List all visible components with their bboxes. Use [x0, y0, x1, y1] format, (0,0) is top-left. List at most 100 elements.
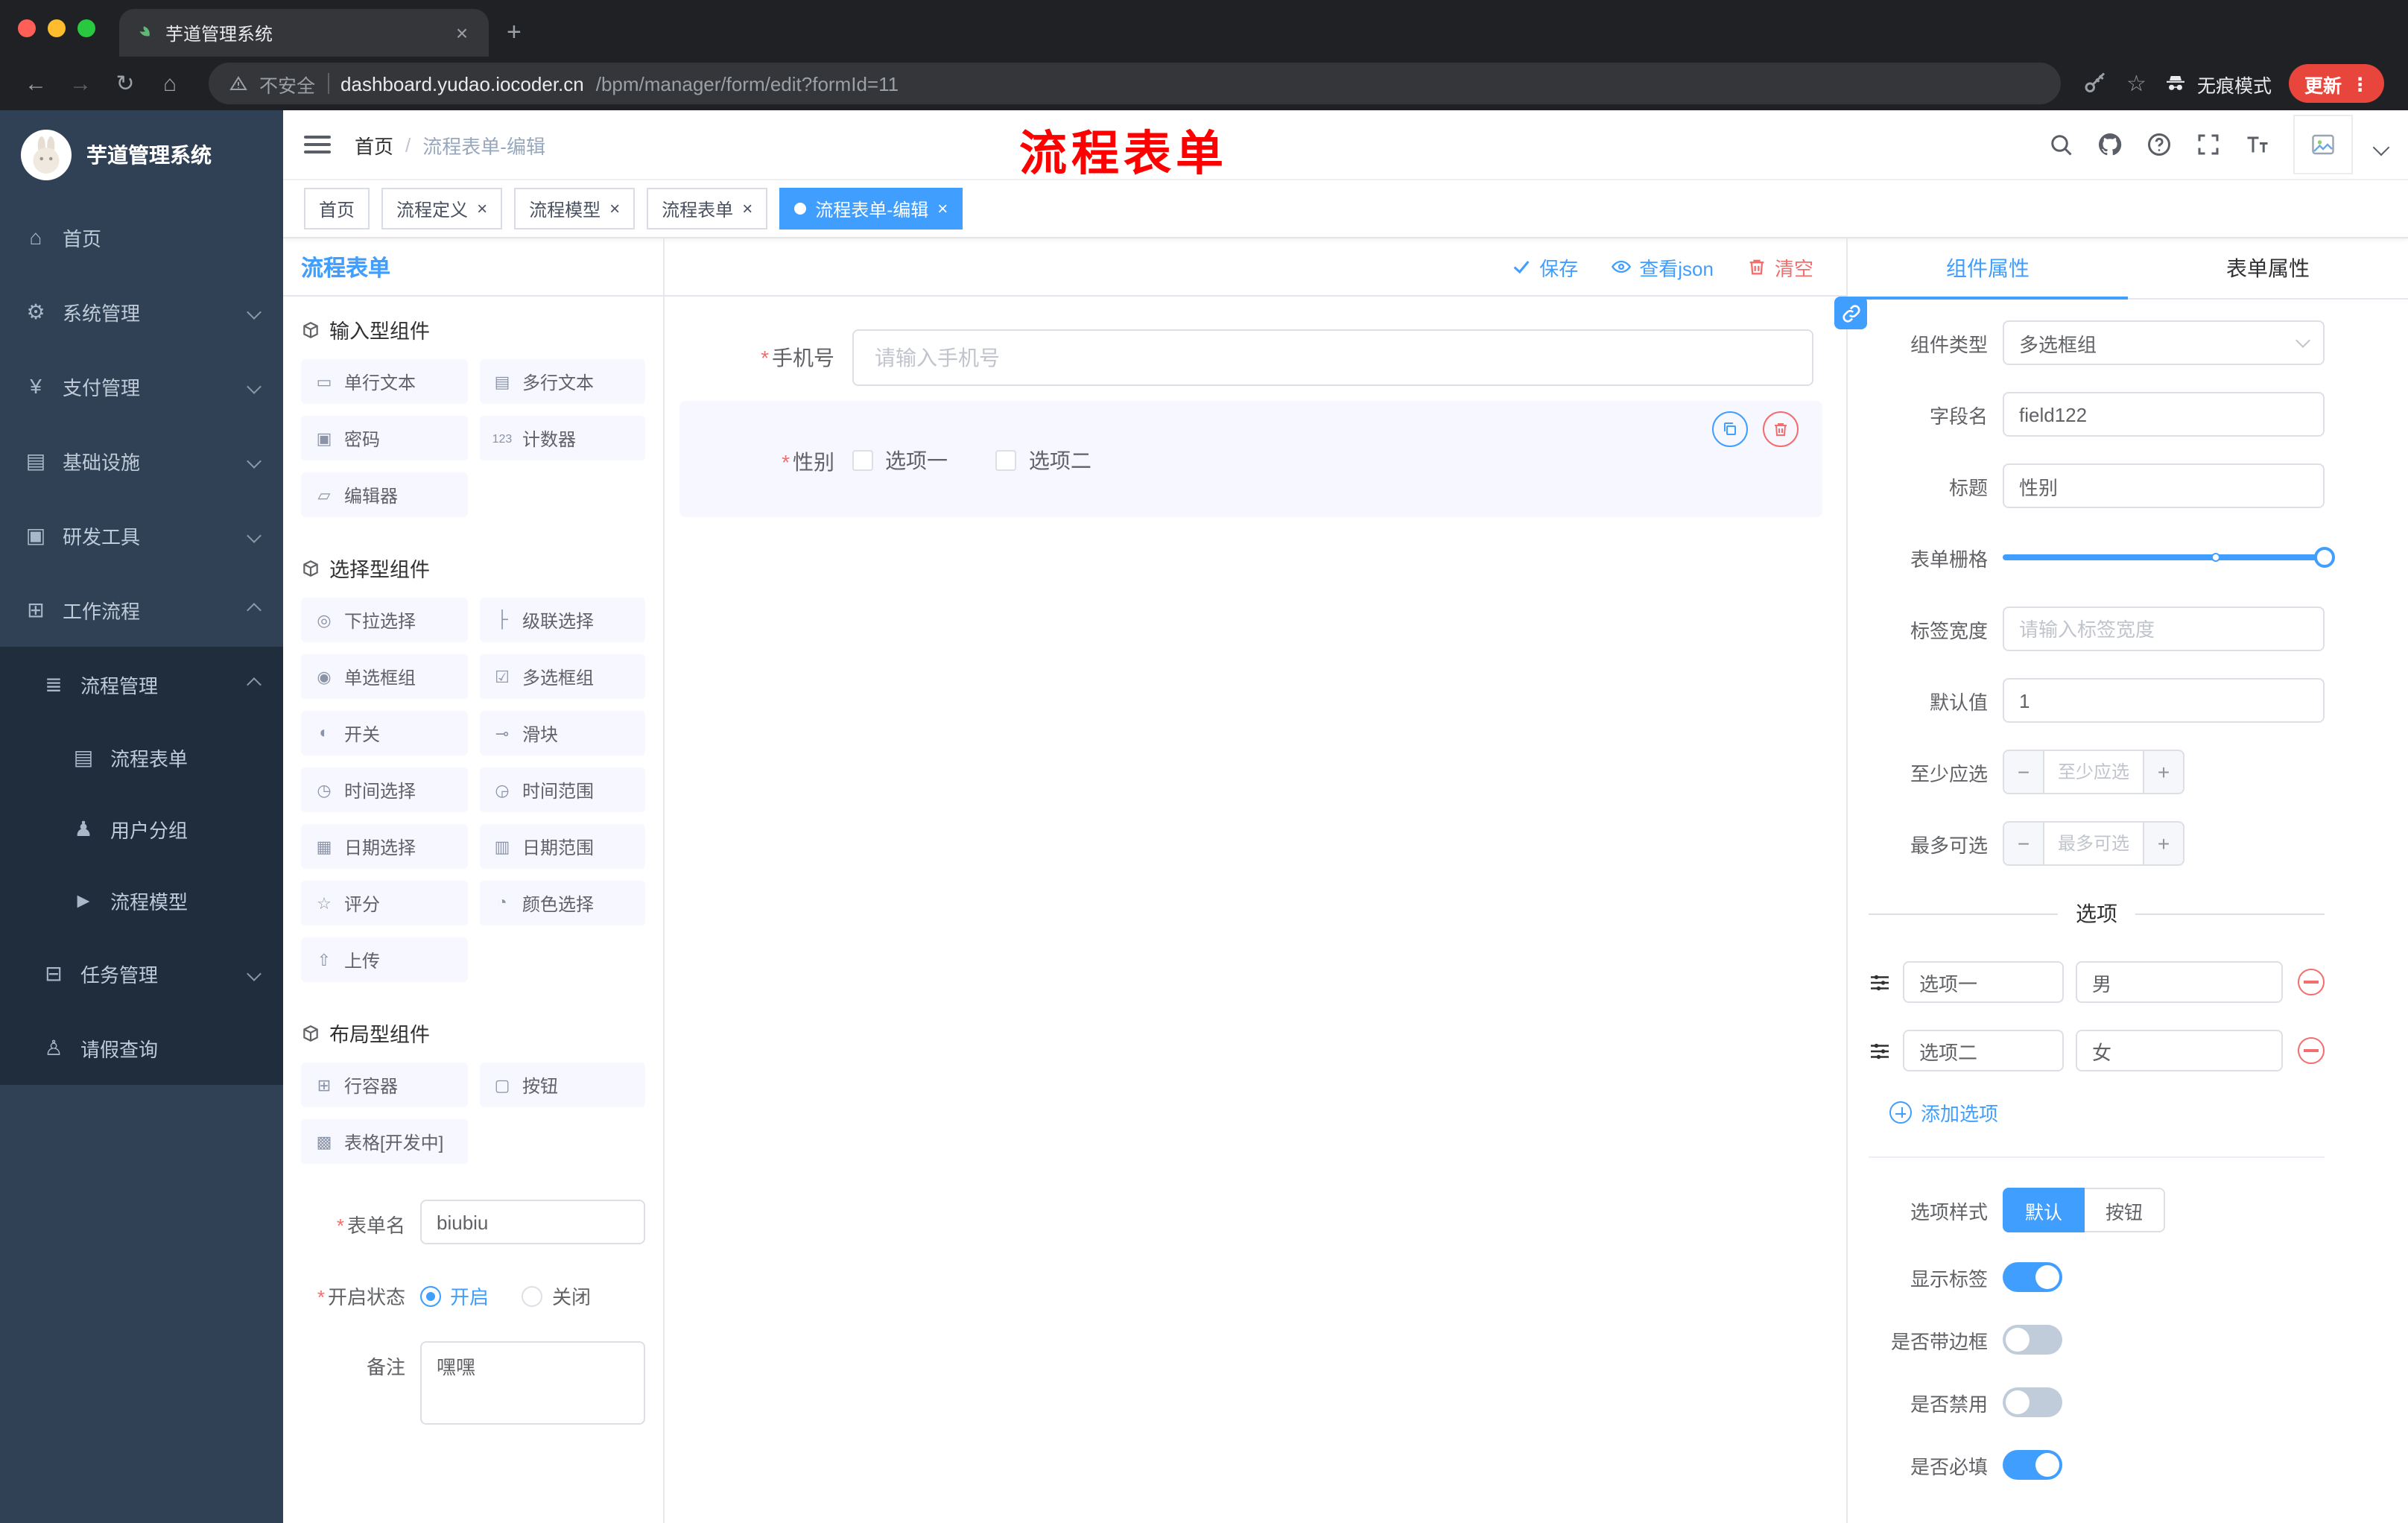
sidebar-item-payment[interactable]: ¥ 支付管理 [0, 349, 283, 423]
palette-item-table[interactable]: ▩ 表格[开发中] [301, 1119, 467, 1164]
status-radio-on[interactable]: 开启 [420, 1282, 489, 1310]
key-icon[interactable] [2082, 70, 2108, 97]
option-drag-icon[interactable] [1869, 1039, 1891, 1062]
label-width-input[interactable] [2003, 607, 2325, 651]
sidebar-item-process-model[interactable]: ► 流程模型 [0, 864, 283, 936]
sidebar-item-process-management[interactable]: ≣ 流程管理 [0, 647, 283, 721]
palette-item-counter[interactable]: 123 计数器 [479, 416, 645, 460]
reload-icon[interactable]: ↻ [107, 70, 143, 97]
palette-item-cascader[interactable]: ├ 级联选择 [479, 598, 645, 642]
sidebar-item-devtools[interactable]: ▣ 研发工具 [0, 498, 283, 572]
form-remark-textarea[interactable]: 嘿嘿 [420, 1340, 645, 1424]
component-type-select[interactable]: 多选框组 [2003, 320, 2325, 365]
tab-form-props[interactable]: 表单属性 [2128, 238, 2408, 298]
palette-item-button[interactable]: ▢ 按钮 [479, 1063, 645, 1107]
field-phone[interactable]: * 手机号 [679, 329, 1822, 386]
palette-item-time-picker[interactable]: ◷ 时间选择 [301, 767, 467, 812]
status-radio-off[interactable]: 关闭 [522, 1282, 591, 1310]
option-value-input[interactable] [2076, 1030, 2283, 1071]
title-input[interactable] [2003, 463, 2325, 508]
forward-icon[interactable]: → [63, 71, 98, 96]
address-bar[interactable]: 不安全 dashboard.yudao.iocoder.cn/bpm/manag… [209, 63, 2062, 104]
tag-process-model[interactable]: 流程模型 × [514, 188, 636, 229]
tag-process-form[interactable]: 流程表单 × [647, 188, 768, 229]
minus-button[interactable]: − [2003, 821, 2044, 866]
palette-item-select[interactable]: ◎ 下拉选择 [301, 598, 467, 642]
add-option-button[interactable]: 添加选项 [1889, 1098, 2325, 1127]
palette-item-editor[interactable]: ▱ 编辑器 [301, 472, 467, 517]
update-button[interactable]: 更新 ⋮ [2289, 64, 2384, 103]
link-handle-button[interactable] [1834, 297, 1867, 329]
option-drag-icon[interactable] [1869, 971, 1891, 993]
tag-close-icon[interactable]: × [937, 198, 948, 219]
copy-component-button[interactable] [1712, 411, 1748, 447]
save-button[interactable]: 保存 [1511, 253, 1578, 281]
tag-close-icon[interactable]: × [609, 198, 620, 219]
sidebar-item-task-management[interactable]: ⊟ 任务管理 [0, 936, 283, 1010]
style-button-button[interactable]: 按钮 [2085, 1188, 2166, 1232]
palette-item-switch[interactable]: ◐ 开关 [301, 711, 467, 756]
search-icon[interactable] [2047, 131, 2074, 158]
field-name-input[interactable] [2003, 392, 2325, 437]
delete-component-button[interactable] [1763, 411, 1799, 447]
slider-handle[interactable] [2314, 547, 2335, 568]
checkbox-box[interactable] [995, 450, 1017, 471]
fullscreen-icon[interactable] [2195, 131, 2222, 158]
palette-item-slider[interactable]: ⊸ 滑块 [479, 711, 645, 756]
sidebar-item-user-group[interactable]: ♟ 用户分组 [0, 793, 283, 864]
palette-item-single-text[interactable]: ▭ 单行文本 [301, 359, 467, 404]
style-default-button[interactable]: 默认 [2003, 1188, 2085, 1232]
palette-item-date-picker[interactable]: ▦ 日期选择 [301, 824, 467, 869]
help-icon[interactable] [2146, 131, 2173, 158]
default-value-input[interactable] [2003, 678, 2325, 723]
tab-close-icon[interactable]: × [450, 21, 474, 45]
window-close-button[interactable] [18, 19, 36, 37]
checkbox-option-2[interactable]: 选项二 [995, 446, 1091, 475]
sidebar-item-workflow[interactable]: ⊞ 工作流程 [0, 572, 283, 647]
hamburger-icon[interactable] [304, 136, 331, 153]
window-zoom-button[interactable] [77, 19, 95, 37]
sidebar-item-home[interactable]: ⌂ 首页 [0, 200, 283, 274]
disabled-toggle[interactable] [2003, 1387, 2062, 1417]
palette-item-checkbox-group[interactable]: ☑ 多选框组 [479, 654, 645, 699]
grid-slider[interactable] [2003, 535, 2335, 580]
browser-menu-kebab-icon[interactable]: ⋮ [2351, 72, 2369, 95]
back-icon[interactable]: ← [18, 71, 54, 96]
home-icon[interactable]: ⌂ [152, 71, 188, 96]
github-icon[interactable] [2097, 131, 2123, 158]
remove-option-icon[interactable] [2298, 1037, 2325, 1064]
breadcrumb-home[interactable]: 首页 [355, 130, 393, 159]
palette-item-radio-group[interactable]: ◉ 单选框组 [301, 654, 467, 699]
field-gender-selected[interactable]: * 性别 选项一 选项二 [679, 401, 1822, 517]
tag-close-icon[interactable]: × [742, 198, 752, 219]
sidebar-item-process-form[interactable]: ▤ 流程表单 [0, 721, 283, 793]
checkbox-option-1[interactable]: 选项一 [852, 446, 948, 475]
plus-button[interactable]: + [2143, 750, 2184, 794]
palette-item-upload[interactable]: ⇧ 上传 [301, 937, 467, 982]
minus-button[interactable]: − [2003, 750, 2044, 794]
tab-component-props[interactable]: 组件属性 [1848, 238, 2128, 300]
plus-button[interactable]: + [2143, 821, 2184, 866]
required-toggle[interactable] [2003, 1450, 2062, 1480]
slider-track[interactable] [2003, 547, 2335, 568]
tag-close-icon[interactable]: × [477, 198, 487, 219]
tag-home[interactable]: 首页 [304, 188, 370, 229]
font-size-icon[interactable] [2244, 131, 2271, 158]
palette-item-row-container[interactable]: ⊞ 行容器 [301, 1063, 467, 1107]
new-tab-button[interactable]: + [507, 18, 522, 48]
sidebar-item-leave-query[interactable]: ♙ 请假查询 [0, 1010, 283, 1085]
phone-input[interactable] [852, 329, 1813, 386]
browser-tab[interactable]: 芋道管理系统 × [119, 9, 489, 57]
show-label-toggle[interactable] [2003, 1262, 2062, 1292]
avatar-caret-icon[interactable] [2372, 139, 2390, 156]
bookmark-star-icon[interactable]: ☆ [2126, 70, 2146, 97]
option-value-input[interactable] [2076, 961, 2283, 1003]
tag-process-definition[interactable]: 流程定义 × [381, 188, 503, 229]
max-select-input[interactable] [2044, 821, 2143, 866]
avatar[interactable] [2293, 115, 2353, 174]
tag-process-form-edit[interactable]: 流程表单-编辑 × [779, 188, 963, 229]
remove-option-icon[interactable] [2298, 969, 2325, 995]
sidebar-item-infrastructure[interactable]: ▤ 基础设施 [0, 423, 283, 498]
window-minimize-button[interactable] [48, 19, 66, 37]
view-json-button[interactable]: 查看json [1611, 253, 1714, 281]
